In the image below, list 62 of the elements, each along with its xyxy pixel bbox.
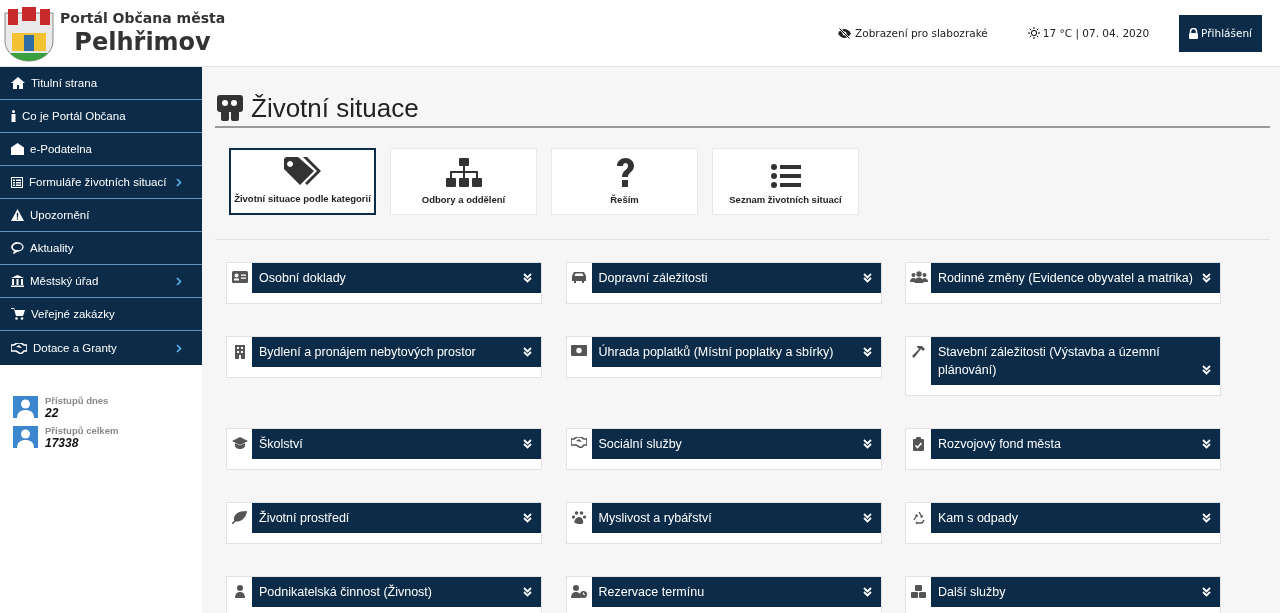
sitemap-icon (445, 158, 482, 188)
counter-value: 22 (45, 407, 60, 419)
clipboard-icon (913, 437, 924, 451)
list-icon (770, 164, 801, 188)
id-card-icon (231, 271, 248, 283)
sidebar-item[interactable]: e-Podatelna (0, 133, 202, 166)
category-header[interactable]: Životní prostředí (252, 503, 541, 533)
weather-date-text: 17 °C | 07. 04. 2020 (1042, 27, 1150, 39)
view-tab[interactable]: Řeším (551, 148, 698, 215)
sidebar-item[interactable]: Titulní strana (0, 67, 202, 100)
building-icon (234, 345, 245, 359)
category-header[interactable]: Rozvojový fond města (931, 429, 1220, 459)
view-tab[interactable]: Životní situace podle kategorií (229, 148, 376, 215)
category-header[interactable]: Myslivost a rybářství (591, 503, 881, 533)
car-icon (571, 271, 587, 283)
graduation-cap-icon (231, 437, 248, 449)
cart-icon (11, 308, 25, 320)
view-tab[interactable]: Seznam životních situací (712, 148, 859, 215)
warning-icon (11, 209, 24, 221)
counter-value: 17338 (45, 437, 80, 449)
category-header[interactable]: Úhrada poplatků (Místní poplatky a sbírky) (591, 337, 881, 367)
view-tab[interactable]: Odbory a oddělení (390, 148, 537, 215)
category-header[interactable]: Podnikatelská činnost (Živnost) (252, 577, 541, 607)
counter-label: Přístupů celkem (45, 425, 119, 437)
login-button[interactable]: Přihlášení (1179, 14, 1262, 52)
list-icon (11, 176, 23, 188)
lock-icon (1189, 27, 1199, 39)
user-avatar-icon (13, 426, 38, 448)
page-title: Životní situace (215, 90, 1270, 128)
speech-bubble-icon (11, 242, 24, 254)
people-icon (909, 271, 928, 283)
question-mark-icon (614, 158, 635, 188)
sun-icon (1027, 27, 1040, 39)
category-header[interactable]: Další služby (931, 577, 1220, 607)
low-vision-link[interactable]: Zobrazení pro slabozraké (838, 27, 988, 39)
info-icon (11, 110, 16, 122)
category-header[interactable]: Osobní doklady (252, 263, 541, 293)
person-with-clock-icon (571, 585, 587, 598)
category-header[interactable]: Bydlení a pronájem nebytových prostor (252, 337, 541, 367)
category-header[interactable]: Sociální služby (591, 429, 881, 459)
category-header[interactable]: Dopravní záležitosti (591, 263, 881, 293)
category-header[interactable]: Kam s odpady (931, 503, 1220, 533)
category-header[interactable]: Školství (252, 429, 541, 459)
bank-icon (11, 275, 24, 287)
coat-of-arms-logo (4, 4, 54, 62)
category-header[interactable]: Rezervace termínu (591, 577, 881, 607)
person-icon (234, 585, 245, 598)
banknote-icon (571, 345, 587, 356)
category-header[interactable]: Rodinné změny (Evidence obyvatel a matrika) (931, 263, 1220, 293)
category-header[interactable]: Stavební záležitosti (Výstavba a územní plánování) (931, 337, 1220, 385)
tags-icon (283, 157, 322, 187)
paw-icon (572, 511, 586, 524)
sidebar-item[interactable]: Dotace a Granty (0, 331, 202, 365)
hammer-icon (911, 345, 926, 359)
user-avatar-icon (13, 396, 38, 418)
leaf-icon (232, 511, 247, 524)
city-name: Pelhřimov (74, 26, 211, 57)
home-icon (11, 77, 25, 89)
portal-title: Portál Občana města (60, 9, 226, 27)
cubes-icon (911, 585, 926, 598)
counter-label: Přístupů dnes (45, 395, 109, 407)
eye-slash-icon (838, 27, 852, 39)
